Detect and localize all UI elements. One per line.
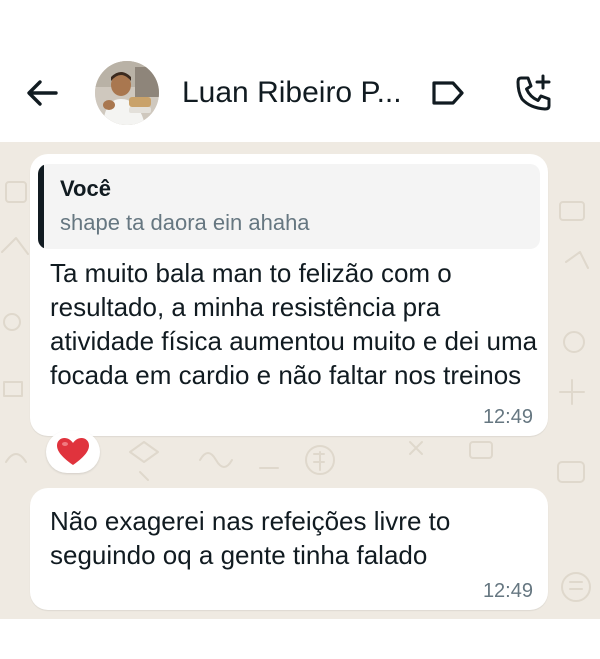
avatar-photo xyxy=(95,61,159,125)
chat-header: Luan Ribeiro P... xyxy=(0,41,600,142)
incoming-message-bubble[interactable]: Não exagerei nas refeições livre to segu… xyxy=(30,488,548,610)
message-time: 12:49 xyxy=(482,580,533,602)
bottom-area xyxy=(0,619,600,659)
status-bar-area xyxy=(0,0,600,41)
message-text: Ta muito bala man to felizão com o resul… xyxy=(50,258,538,390)
label-chat-button[interactable] xyxy=(428,77,468,109)
quote-text: shape ta daora ein ahaha xyxy=(60,210,310,235)
voice-call-button[interactable] xyxy=(512,71,556,115)
contact-avatar[interactable] xyxy=(95,61,159,125)
message-reaction[interactable] xyxy=(46,431,100,473)
heart-icon xyxy=(57,438,89,465)
incoming-message-bubble[interactable]: Você shape ta daora ein ahaha Ta muito b… xyxy=(30,154,548,436)
quote-author: Você xyxy=(60,176,111,201)
message-text: Não exagerei nas refeições livre to segu… xyxy=(50,506,451,570)
label-tag-icon xyxy=(432,81,464,105)
add-call-icon xyxy=(516,74,551,111)
message-time: 12:49 xyxy=(482,406,533,428)
chat-conversation[interactable]: Você shape ta daora ein ahaha Ta muito b… xyxy=(0,142,600,619)
quote-accent-bar xyxy=(38,164,44,249)
quoted-message[interactable]: Você shape ta daora ein ahaha xyxy=(38,164,540,249)
back-button[interactable] xyxy=(24,75,60,111)
arrow-left-icon xyxy=(27,80,58,106)
contact-name[interactable]: Luan Ribeiro P... xyxy=(182,76,412,110)
